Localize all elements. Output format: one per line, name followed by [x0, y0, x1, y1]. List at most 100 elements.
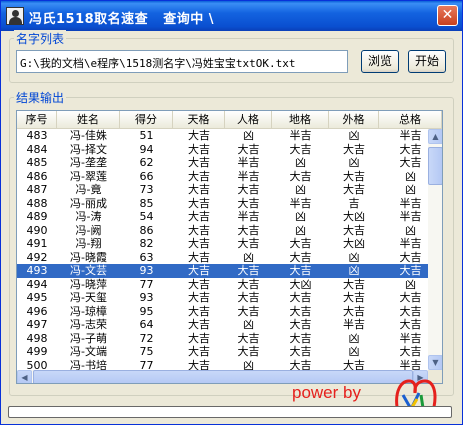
table-row[interactable]: 484 冯-择文 94 大吉 大吉 大吉 大吉 大吉 [17, 143, 429, 157]
table-row[interactable]: 488 冯-丽成 85 大吉 大吉 半吉吉半吉 [17, 197, 429, 211]
table-row[interactable]: 496 冯-琼樟 95 大吉 大吉 大吉 大吉 大吉 [17, 305, 429, 319]
table-row[interactable]: 485 冯-垄垄 62 大吉 半吉凶凶大吉 [17, 156, 429, 170]
table-cell: 大吉 [188, 169, 210, 183]
table-row[interactable]: 498 冯-子萌 72 大吉 大吉 大吉凶半吉 [17, 332, 429, 346]
table-cell: 大凶 [343, 237, 365, 250]
table-cell: 大吉 [343, 183, 365, 196]
scroll-down-icon[interactable]: ▼ [428, 355, 442, 370]
table-cell: 494 [26, 277, 48, 291]
table-cell: 大吉 [289, 237, 312, 250]
file-path-input[interactable]: G:\我的文档\e程序\1518测名字\冯姓宝宝txtOK.txt [16, 50, 348, 73]
table-row[interactable]: 499 冯-文端 75 大吉 大吉 大吉凶大吉 [17, 345, 429, 359]
table-cell: 凶 [348, 250, 360, 264]
column-header[interactable]: 总格 [379, 111, 442, 129]
results-header: 序号 姓名 得分 天格 人格 地格 外格 总格 [17, 111, 442, 129]
table-cell: 凶 [243, 129, 254, 142]
table-row[interactable]: 494 冯-晓萍 77 大吉 大吉 大凶 大吉凶 [17, 278, 429, 292]
table-cell: 大吉 [237, 183, 260, 196]
table-row[interactable]: 490 冯-阙 86 大吉 大吉凶大吉凶 [17, 224, 429, 238]
table-cell: 64 [139, 318, 154, 331]
table-cell: 51 [139, 129, 154, 142]
column-header[interactable]: 序号 [17, 111, 57, 129]
table-row[interactable]: 487 冯-竟 73 大吉 大吉凶大吉凶 [17, 183, 429, 197]
window-title: 冯氏1518取名速查 查询中 \ [29, 12, 215, 27]
table-cell: 大吉 [289, 331, 312, 345]
table-cell: 冯-翔 [75, 237, 102, 250]
column-header[interactable]: 天格 [173, 111, 225, 129]
table-cell: 大吉 [289, 264, 312, 277]
scroll-up-icon[interactable]: ▲ [428, 129, 442, 144]
column-header[interactable]: 姓名 [57, 111, 120, 129]
table-cell: 大吉 [343, 142, 365, 156]
power-by-text: power by [292, 383, 361, 402]
horizontal-scrollbar[interactable]: ◀ ▶ [17, 370, 428, 383]
close-icon[interactable]: ✕ [437, 5, 458, 26]
table-row[interactable]: 492 冯-晓霞 63 大吉凶大吉凶大吉 [17, 251, 429, 265]
table-cell: 凶 [295, 223, 306, 237]
table-cell: 冯-志荣 [70, 318, 107, 331]
column-header[interactable]: 地格 [272, 111, 329, 129]
table-cell: 冯-佳姝 [70, 129, 107, 142]
table-cell: 凶 [243, 318, 254, 331]
table-cell: 大吉 [237, 331, 260, 345]
table-row[interactable]: 497 冯-志荣 64 大吉凶大吉 半吉 大吉 [17, 318, 429, 332]
table-cell: 大吉 [188, 210, 210, 223]
table-cell: 大吉 [188, 183, 210, 196]
table-cell: 77 [139, 277, 154, 291]
table-cell: 凶 [348, 156, 360, 169]
table-cell: 大吉 [237, 277, 260, 291]
horizontal-scroll-thumb[interactable] [33, 370, 413, 383]
table-cell: 490 [26, 223, 48, 237]
table-cell: 凶 [348, 264, 360, 277]
table-cell: 489 [26, 210, 48, 223]
table-cell: 半吉 [237, 210, 260, 223]
table-cell: 73 [139, 183, 154, 196]
table-cell: 冯-垄垄 [70, 156, 107, 169]
browse-button[interactable]: 浏览 [361, 50, 399, 73]
table-cell: 大吉 [237, 304, 260, 318]
table-cell: 冯-翠莲 [70, 169, 107, 183]
table-cell: 488 [26, 196, 48, 210]
table-cell: 大吉 [237, 223, 260, 237]
title-bar[interactable]: 冯氏1518取名速查 查询中 \ ✕ [1, 1, 462, 31]
table-cell: 半吉 [237, 156, 260, 169]
table-cell: 82 [139, 237, 154, 250]
table-cell: 大吉 [188, 250, 210, 264]
start-button[interactable]: 开始 [408, 50, 446, 73]
column-header[interactable]: 人格 [225, 111, 272, 129]
table-cell: 大吉 [188, 304, 210, 318]
table-cell: 大吉 [237, 142, 260, 156]
table-cell: 凶 [243, 250, 254, 264]
table-cell: 大吉 [289, 291, 312, 304]
table-row[interactable]: 486 冯-翠莲 66 大吉 半吉 大吉 大吉凶 [17, 170, 429, 184]
table-cell: 大吉 [188, 277, 210, 291]
table-cell: 凶 [295, 156, 306, 169]
column-header[interactable]: 得分 [120, 111, 173, 129]
table-row[interactable]: 483 冯-佳姝 51 大吉凶半吉凶半吉 [17, 129, 429, 143]
table-cell: 冯-文芸 [70, 264, 107, 277]
table-cell: 冯-子萌 [70, 331, 107, 345]
scroll-thumb[interactable] [428, 147, 442, 185]
table-cell: 485 [26, 156, 48, 169]
results-list[interactable]: 序号 姓名 得分 天格 人格 地格 外格 总格 483 冯-佳姝 51 大吉凶半吉凶半吉 484 冯-择… [16, 110, 443, 384]
table-row[interactable]: 493 冯-文芸 93 大吉 大吉 大吉凶大吉 [17, 264, 429, 278]
table-cell: 85 [139, 196, 154, 210]
table-cell: 499 [26, 345, 48, 358]
table-cell: 大吉 [188, 196, 210, 210]
table-row[interactable]: 491 冯-翔 82 大吉 大吉 大吉 大凶 半吉 [17, 237, 429, 251]
table-cell: 大吉 [343, 169, 365, 183]
table-cell: 冯-晓萍 [70, 277, 107, 291]
table-cell: 凶 [295, 210, 306, 223]
main-window: 冯氏1518取名速查 查询中 \ ✕ 名字列表 G:\我的文档\e程序\1518… [0, 0, 463, 425]
vertical-scrollbar[interactable]: ▲ ▼ [428, 129, 442, 370]
column-header[interactable]: 外格 [329, 111, 379, 129]
table-cell: 大吉 [188, 142, 210, 156]
table-cell: 大吉 [237, 345, 260, 358]
table-cell: 54 [139, 210, 154, 223]
table-row[interactable]: 495 冯-天玺 93 大吉 大吉 大吉 大吉 大吉 [17, 291, 429, 305]
scroll-left-icon[interactable]: ◀ [17, 370, 32, 383]
table-row[interactable]: 489 冯-涛 54 大吉 半吉凶大凶 半吉 [17, 210, 429, 224]
table-cell: 497 [26, 318, 48, 331]
results-label: 结果输出 [14, 89, 67, 106]
table-cell: 冯-文端 [70, 345, 107, 358]
